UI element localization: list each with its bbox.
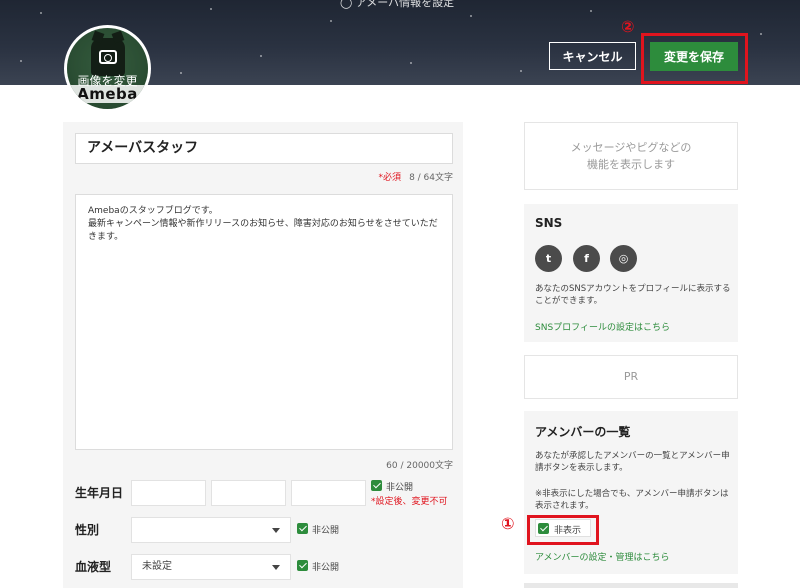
nickname-count: 8 / 64文字 (409, 173, 453, 183)
nickname-meta: *必須 8 / 64文字 (300, 170, 453, 183)
avatar-image[interactable]: 画像を変更 Ameba (67, 28, 148, 109)
bio-line: 最新キャンペーン情報や新作リリースのお知らせ、障害対応のお知らせをさせていただき… (88, 219, 438, 242)
annotation-number-1: ① (501, 514, 515, 533)
camera-icon (99, 50, 117, 64)
amember-list-note: ※非表示にした場合でも、アメンバー申請ボタンは表示されます。 (535, 489, 729, 511)
message-feature-line: メッセージやピグなどの (570, 141, 692, 154)
sns-box: SNS t f ◎ あなたのSNSアカウントをプロフィールに表示することができま… (524, 204, 738, 342)
birthday-note: *設定後、変更不可 (371, 497, 448, 507)
amember-settings-link[interactable]: アメンバーの設定・管理はこちら (535, 550, 670, 563)
blood-type-label: 血液型 (75, 560, 112, 574)
ameba-logo: Ameba (67, 85, 148, 103)
blood-type-select-value: 未設定 (142, 561, 172, 572)
annotation-box-hide (527, 515, 599, 545)
blood-type-select[interactable]: 未設定 (131, 554, 291, 580)
birthday-private-checkbox[interactable] (371, 480, 382, 491)
message-feature-line: 機能を表示します (587, 158, 675, 171)
header-top-text: ◯ アメーバ情報を設定 (340, 0, 455, 9)
cancel-button[interactable]: キャンセル (549, 42, 636, 70)
gender-private-label: 非公開 (312, 526, 340, 536)
bio-count: 60 / 20000文字 (386, 461, 453, 471)
twitter-icon[interactable]: t (535, 245, 562, 272)
bio-line: Amebaのスタッフブログです。 (88, 206, 218, 216)
blood-private-checkbox[interactable] (297, 560, 308, 571)
birthday-year-field[interactable] (131, 480, 206, 506)
pr-box: PR (524, 355, 738, 399)
blood-private-label: 非公開 (312, 563, 340, 573)
next-box-edge (524, 583, 738, 588)
birthday-month-field[interactable] (211, 480, 286, 506)
instagram-icon[interactable]: ◎ (610, 245, 637, 272)
chevron-down-icon (272, 528, 280, 533)
birthday-private-label: 非公開 (386, 483, 414, 493)
birthday-day-field[interactable] (291, 480, 366, 506)
amember-list-title: アメンバーの一覧 (535, 425, 631, 439)
annotation-number-2: ② (621, 17, 635, 36)
sns-title: SNS (535, 216, 563, 230)
birthday-label: 生年月日 (75, 486, 124, 500)
sns-description: あなたのSNSアカウントをプロフィールに表示することができます。 (535, 284, 731, 306)
annotation-box-save (641, 33, 748, 84)
bio-textarea[interactable]: Amebaのスタッフブログです。 最新キャンペーン情報や新作リリースのお知らせ、… (75, 194, 453, 450)
avatar[interactable]: 画像を変更 Ameba (64, 25, 151, 112)
gender-label: 性別 (75, 523, 100, 537)
chevron-down-icon (272, 565, 280, 570)
sns-settings-link[interactable]: SNSプロフィールの設定はこちら (535, 320, 670, 333)
nickname-input[interactable]: アメーバスタッフ (75, 133, 453, 164)
message-feature-box: メッセージやピグなどの 機能を表示します (524, 122, 738, 190)
amember-list-description: あなたが承認したアメンバーの一覧とアメンバー申請ボタンを表示します。 (535, 451, 730, 473)
facebook-icon[interactable]: f (573, 245, 600, 272)
amember-list-box: アメンバーの一覧 あなたが承認したアメンバーの一覧とアメンバー申請ボタンを表示し… (524, 411, 738, 574)
required-label: *必須 (378, 173, 402, 183)
gender-private-checkbox[interactable] (297, 523, 308, 534)
gender-select[interactable] (131, 517, 291, 543)
